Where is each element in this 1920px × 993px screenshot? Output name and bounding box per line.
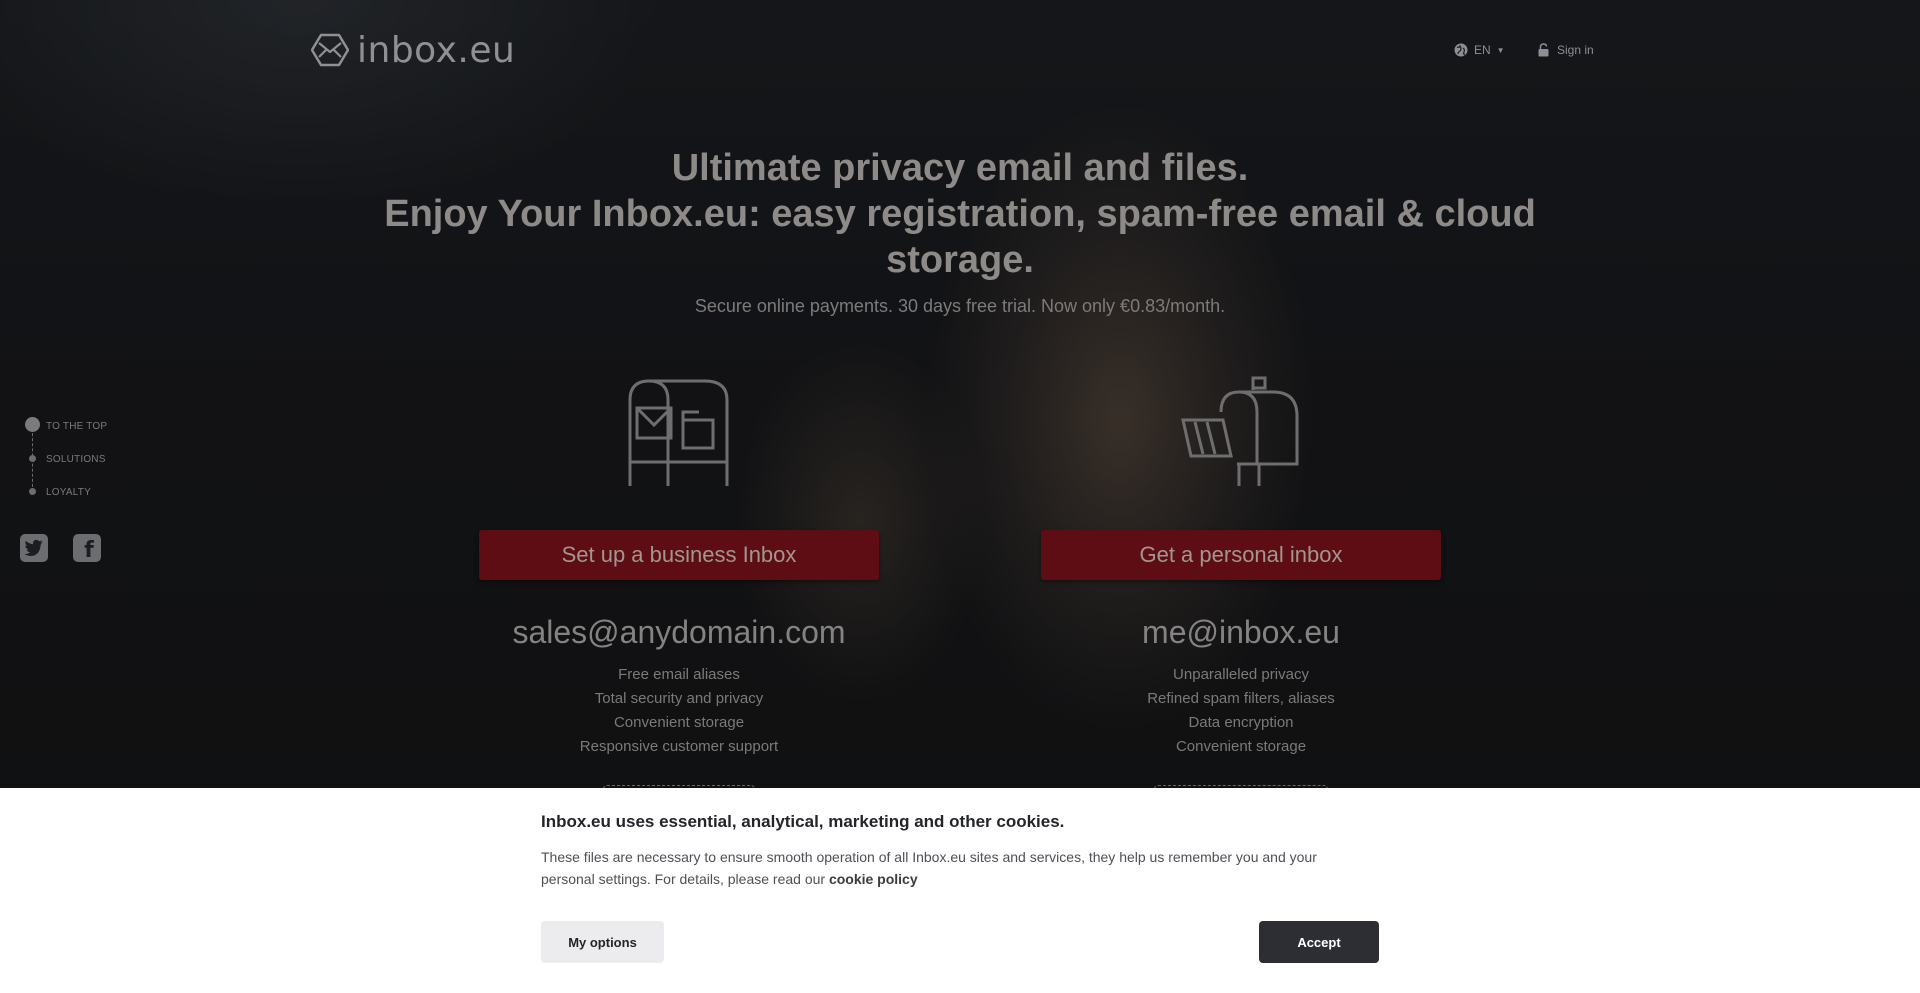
list-item: Convenient storage (1175, 738, 1307, 755)
signin-link[interactable]: Sign in (1538, 43, 1594, 57)
list-item: Data encryption (1188, 714, 1294, 731)
logo[interactable]: inbox.eu (311, 29, 516, 71)
signin-label: Sign in (1557, 43, 1594, 57)
sidenav-dot-active[interactable] (25, 417, 40, 432)
cookie-banner-title: Inbox.eu uses essential, analytical, mar… (541, 812, 1065, 831)
twitter-icon[interactable] (20, 534, 48, 562)
business-column: Set up a business Inbox sales@anydomain.… (479, 378, 879, 805)
caret-down-icon: ▼ (1496, 45, 1505, 55)
sidenav-item-to-the-top[interactable]: TO THE TOP (46, 421, 107, 432)
logo-text: inbox.eu (357, 29, 516, 71)
sidenav-dot[interactable] (29, 488, 36, 495)
list-item: Convenient storage (613, 714, 745, 731)
business-email-example: sales@anydomain.com (512, 614, 846, 650)
headline-line-1: Ultimate privacy email and files. (671, 147, 1249, 189)
mailbox-icon (1041, 376, 1441, 488)
lock-icon (1538, 43, 1549, 57)
personal-email-example: me@inbox.eu (1142, 614, 1340, 650)
language-label: EN (1474, 43, 1491, 57)
sidenav-item-loyalty[interactable]: LOYALTY (46, 487, 91, 498)
my-options-button[interactable]: My options (541, 921, 664, 963)
list-item: Unparalleled privacy (1173, 666, 1309, 683)
personal-features-list: Unparalleled privacy Refined spam filter… (1041, 663, 1441, 759)
list-item: Responsive customer support (579, 738, 779, 755)
cookie-banner: Inbox.eu uses essential, analytical, mar… (0, 788, 1920, 993)
facebook-icon[interactable]: f (73, 534, 101, 563)
language-selector[interactable]: EN ▼ (1454, 43, 1505, 57)
list-item: Refined spam filters, aliases (1147, 690, 1335, 707)
headline-line-2: Enjoy Your Inbox.eu: easy registration, … (384, 193, 1536, 281)
mailbox-cabinet-icon (479, 378, 879, 488)
personal-column: Get a personal inbox me@inbox.eu Unparal… (1041, 376, 1441, 805)
envelope-logo-icon (311, 33, 349, 67)
globe-icon (1454, 43, 1468, 57)
list-item: Total security and privacy (594, 690, 764, 707)
cookie-banner-text: These files are necessary to ensure smoo… (541, 846, 1371, 890)
sidenav-dot[interactable] (29, 455, 36, 462)
cookie-policy-link[interactable]: cookie policy (829, 871, 918, 887)
hero-headline: Ultimate privacy email and files. Enjoy … (380, 145, 1540, 283)
list-item: Free email aliases (618, 666, 740, 683)
hero-subline: Secure online payments. 30 days free tri… (694, 296, 1226, 316)
business-inbox-button[interactable]: Set up a business Inbox (479, 530, 879, 580)
accept-button[interactable]: Accept (1259, 921, 1379, 963)
twitter-bird-icon (24, 539, 43, 556)
cookie-banner-description: These files are necessary to ensure smoo… (541, 849, 1317, 887)
sidenav-item-solutions[interactable]: SOLUTIONS (46, 454, 106, 465)
facebook-f-glyph: f (84, 537, 94, 563)
personal-inbox-button[interactable]: Get a personal inbox (1041, 530, 1441, 580)
business-features-list: Free email aliases Total security and pr… (479, 663, 879, 759)
